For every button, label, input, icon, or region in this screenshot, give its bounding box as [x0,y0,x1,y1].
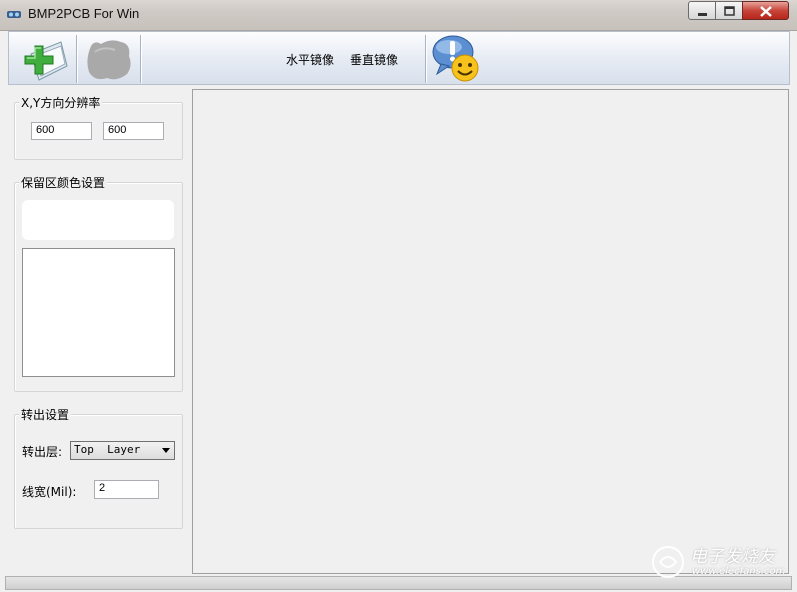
line-width-input[interactable]: 2 [94,480,159,499]
help-button[interactable] [429,34,485,84]
watermark: 电子发烧友 www.elecfans.com [650,540,790,584]
close-icon [760,6,772,17]
title-bar[interactable]: BMP2PCB For Win [0,0,797,31]
resolution-y-input[interactable]: 600 [103,122,164,140]
open-file-button[interactable] [17,34,73,84]
watermark-url: www.elecfans.com [692,566,786,577]
resolution-x-input[interactable]: 600 [31,122,92,140]
mirror-vertical-button[interactable]: 垂直镜像 [350,51,398,68]
help-smiley-icon [432,35,479,82]
app-icon [7,11,21,18]
reserve-color-label: 保留区颜色设置 [19,174,108,191]
resolution-label: X,Y方向分辨率 [19,94,103,111]
maximize-icon [724,6,735,16]
grayed-image-button[interactable] [81,34,137,84]
window-title: BMP2PCB For Win [28,6,140,21]
output-settings-label: 转出设置 [19,406,72,423]
color-list[interactable] [22,248,175,377]
open-file-icon [24,41,68,81]
mirror-horizontal-button[interactable]: 水平镜像 [286,51,334,68]
output-layer-label: 转出层: [22,445,63,459]
grayed-image-icon [87,40,131,80]
watermark-title: 电子发烧友 [690,547,775,567]
minimize-button[interactable] [688,1,716,20]
color-preview[interactable] [22,200,174,240]
app-window: BMP2PCB For Win 水平镜像 垂直镜像 X,Y方向分辨率 600 6… [0,0,797,592]
output-settings-group [14,414,183,529]
chevron-down-icon [162,448,170,453]
line-width-label: 线宽(Mil): [22,485,77,499]
canvas-area[interactable] [192,89,789,574]
close-button[interactable] [742,1,789,20]
maximize-button[interactable] [715,1,743,20]
output-layer-value: Top Layer [74,443,141,456]
output-layer-select[interactable]: Top Layer [70,441,175,460]
watermark-logo-icon [652,546,684,578]
minimize-icon [698,13,707,16]
toolbar: 水平镜像 垂直镜像 [8,31,790,85]
